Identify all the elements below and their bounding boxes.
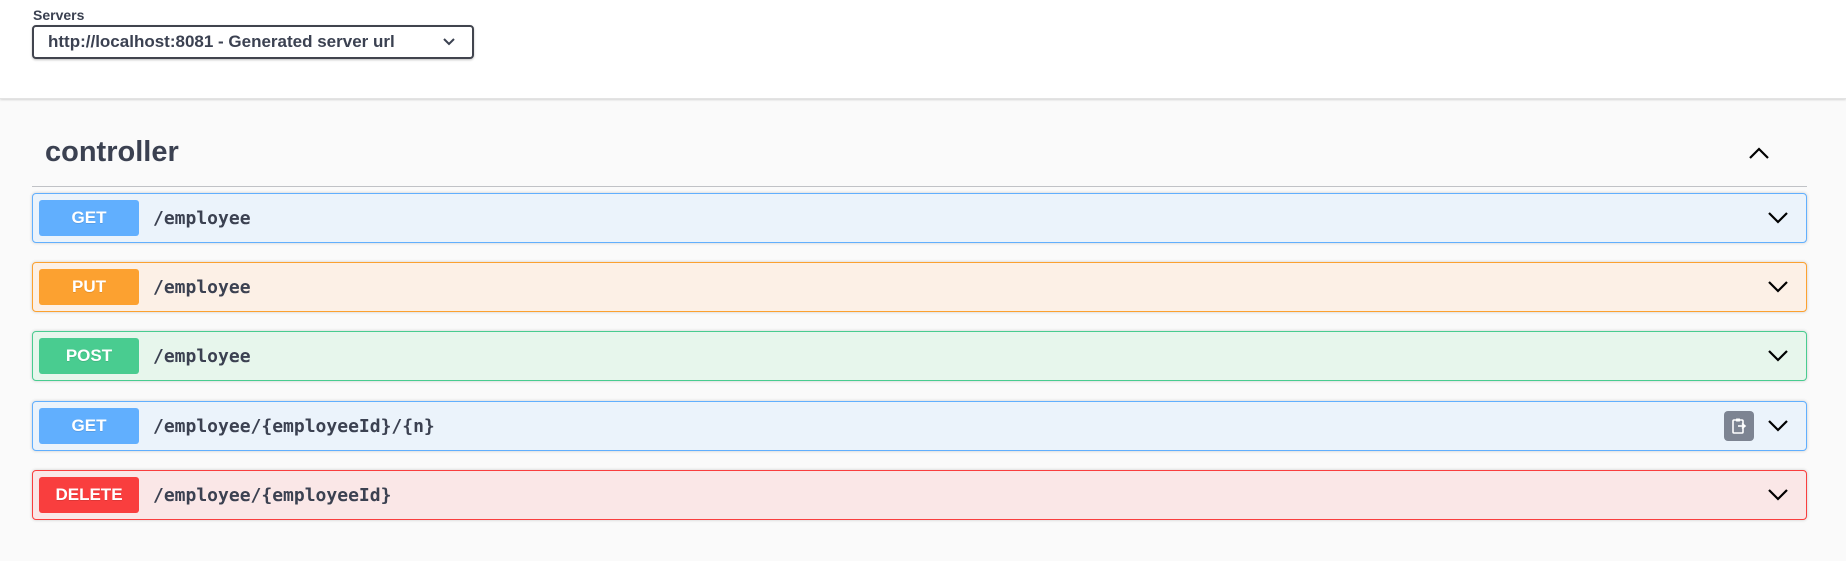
chevron-down-icon[interactable]	[1766, 487, 1790, 503]
chevron-up-icon[interactable]	[1747, 145, 1771, 161]
opblock-path: /employee/{employeeId}/{n}	[153, 416, 435, 437]
servers-label: Servers	[33, 7, 85, 23]
chevron-down-icon[interactable]	[1766, 418, 1790, 434]
opblock-path: /employee	[153, 208, 251, 229]
opblock-get-employee-by-id[interactable]: GET /employee/{employeeId}/{n}	[32, 401, 1807, 451]
opblock-post-employee[interactable]: POST /employee	[32, 331, 1807, 381]
copy-to-clipboard-button[interactable]	[1724, 411, 1754, 441]
server-select-value: http://localhost:8081 - Generated server…	[48, 32, 395, 51]
tag-section-controller: controller GET /employee PUT /employee P…	[32, 124, 1807, 520]
chevron-down-icon[interactable]	[1766, 210, 1790, 226]
opblock-path: /employee/{employeeId}	[153, 485, 392, 506]
method-badge: PUT	[39, 269, 139, 305]
server-select[interactable]: http://localhost:8081 - Generated server…	[32, 25, 474, 59]
method-badge: GET	[39, 408, 139, 444]
opblock-get-employee[interactable]: GET /employee	[32, 193, 1807, 243]
method-badge: POST	[39, 338, 139, 374]
method-badge: DELETE	[39, 477, 139, 513]
tag-header[interactable]: controller	[32, 124, 1807, 187]
copy-to-clipboard-icon	[1732, 418, 1747, 434]
chevron-down-icon[interactable]	[1766, 348, 1790, 364]
opblock-path: /employee	[153, 346, 251, 367]
opblock-delete-employee-by-id[interactable]: DELETE /employee/{employeeId}	[32, 470, 1807, 520]
tag-title: controller	[45, 136, 179, 168]
chevron-down-icon[interactable]	[1766, 279, 1790, 295]
opblock-path: /employee	[153, 277, 251, 298]
opblock-put-employee[interactable]: PUT /employee	[32, 262, 1807, 312]
servers-bar: Servers http://localhost:8081 - Generate…	[0, 0, 1846, 99]
method-badge: GET	[39, 200, 139, 236]
chevron-down-icon	[443, 38, 455, 46]
